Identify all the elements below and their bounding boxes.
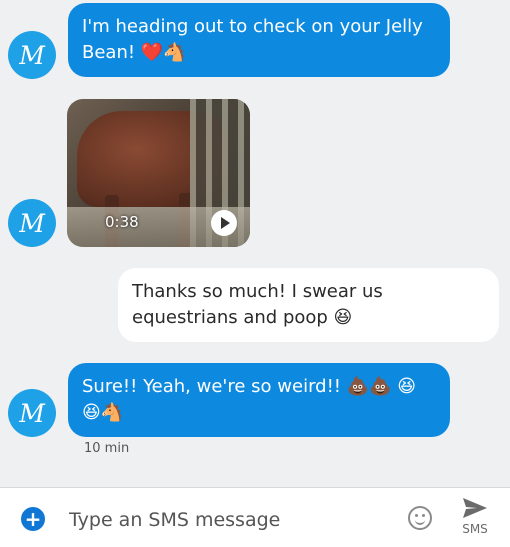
avatar-initial: M [19, 398, 45, 428]
sms-message-input[interactable] [67, 504, 391, 536]
avatar-initial: M [19, 40, 45, 70]
incoming-message-bubble[interactable]: I'm heading out to check on your Jelly B… [68, 3, 450, 77]
message-text: Sure!! Yeah, we're so weird!! 💩💩 😆 😆🐴 [82, 376, 417, 423]
incoming-message-bubble[interactable]: Sure!! Yeah, we're so weird!! 💩💩 😆 😆🐴 [68, 363, 450, 437]
message-text: I'm heading out to check on your Jelly B… [82, 16, 423, 63]
contact-avatar[interactable]: M [8, 199, 56, 247]
contact-avatar[interactable]: M [8, 389, 56, 437]
message-composer: + SMS [0, 487, 510, 547]
message-timestamp: 10 min [84, 441, 130, 456]
send-icon [463, 498, 487, 518]
video-duration: 0:38 [105, 213, 139, 231]
emoji-icon[interactable] [408, 506, 432, 530]
send-button[interactable]: SMS [455, 496, 495, 542]
contact-avatar[interactable]: M [8, 31, 56, 79]
send-label: SMS [462, 522, 488, 536]
message-thread: M I'm heading out to check on your Jelly… [0, 0, 510, 487]
outgoing-message-bubble[interactable]: Thanks so much! I swear us equestrians a… [118, 268, 499, 342]
play-icon[interactable] [211, 210, 237, 236]
message-text: Thanks so much! I swear us equestrians a… [132, 281, 383, 328]
plus-icon[interactable]: + [21, 507, 45, 531]
avatar-initial: M [19, 208, 45, 238]
